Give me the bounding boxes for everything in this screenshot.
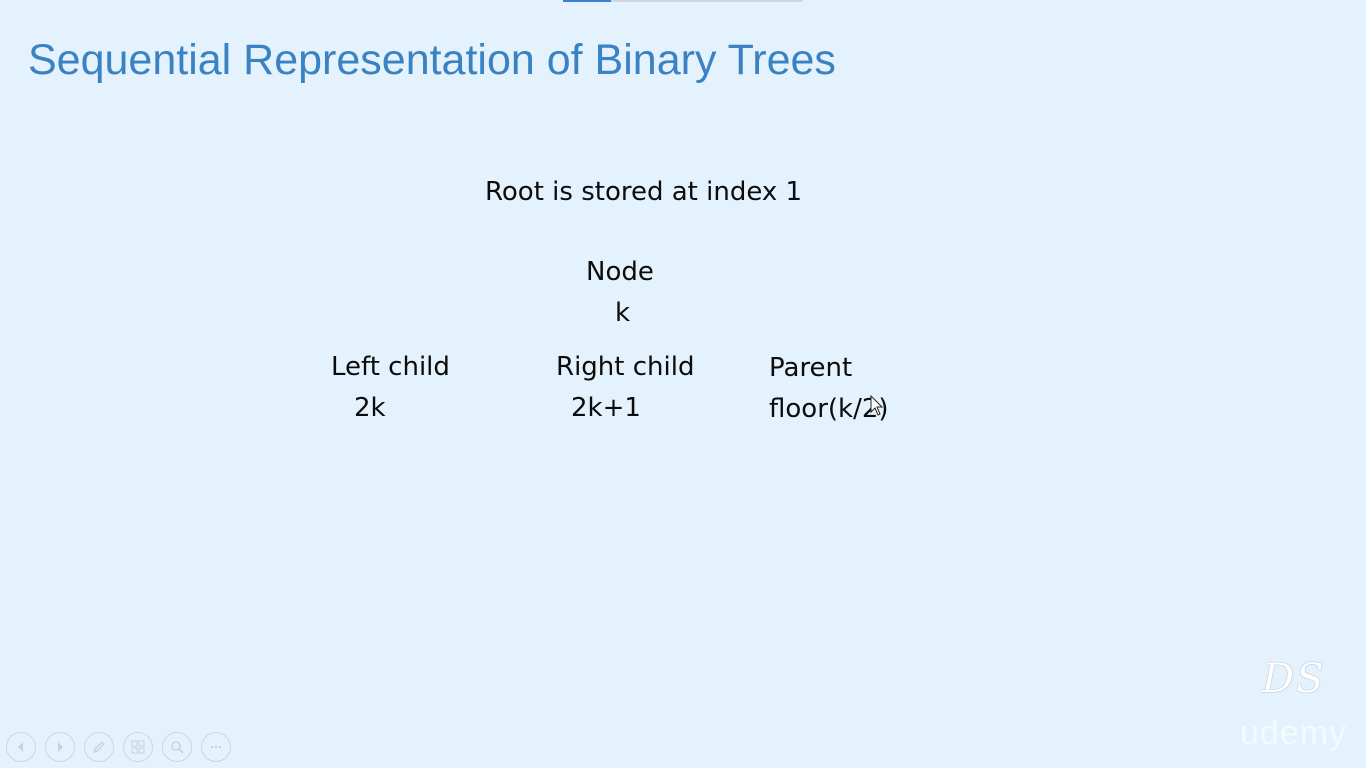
right-child-formula: 2k+1 <box>571 393 641 423</box>
slide-title: Sequential Representation of Binary Tree… <box>28 36 836 84</box>
more-icon <box>210 745 222 749</box>
ds-logo: DS <box>1262 656 1326 702</box>
pen-tool-button[interactable] <box>84 732 114 762</box>
see-all-slides-button[interactable] <box>123 732 153 762</box>
slideshow-controls <box>6 732 231 762</box>
udemy-logo: udemy <box>1240 714 1348 752</box>
left-child-formula: 2k <box>354 393 386 423</box>
parent-label: Parent <box>769 353 853 383</box>
more-options-button[interactable] <box>201 732 231 762</box>
next-slide-button[interactable] <box>45 732 75 762</box>
mouse-cursor-icon <box>870 395 884 416</box>
node-label: Node <box>586 257 654 287</box>
top-progress-segment <box>563 0 611 2</box>
previous-slide-button[interactable] <box>6 732 36 762</box>
right-child-label: Right child <box>556 352 695 382</box>
zoom-button[interactable] <box>162 732 192 762</box>
next-icon <box>58 742 63 752</box>
slides-icon <box>131 740 145 754</box>
left-child-label: Left child <box>331 352 450 382</box>
top-progress-strip <box>563 0 803 2</box>
previous-icon <box>18 742 23 752</box>
pen-icon <box>92 741 105 754</box>
node-index: k <box>615 298 631 328</box>
root-note: Root is stored at index 1 <box>485 177 803 207</box>
zoom-icon <box>171 741 184 754</box>
